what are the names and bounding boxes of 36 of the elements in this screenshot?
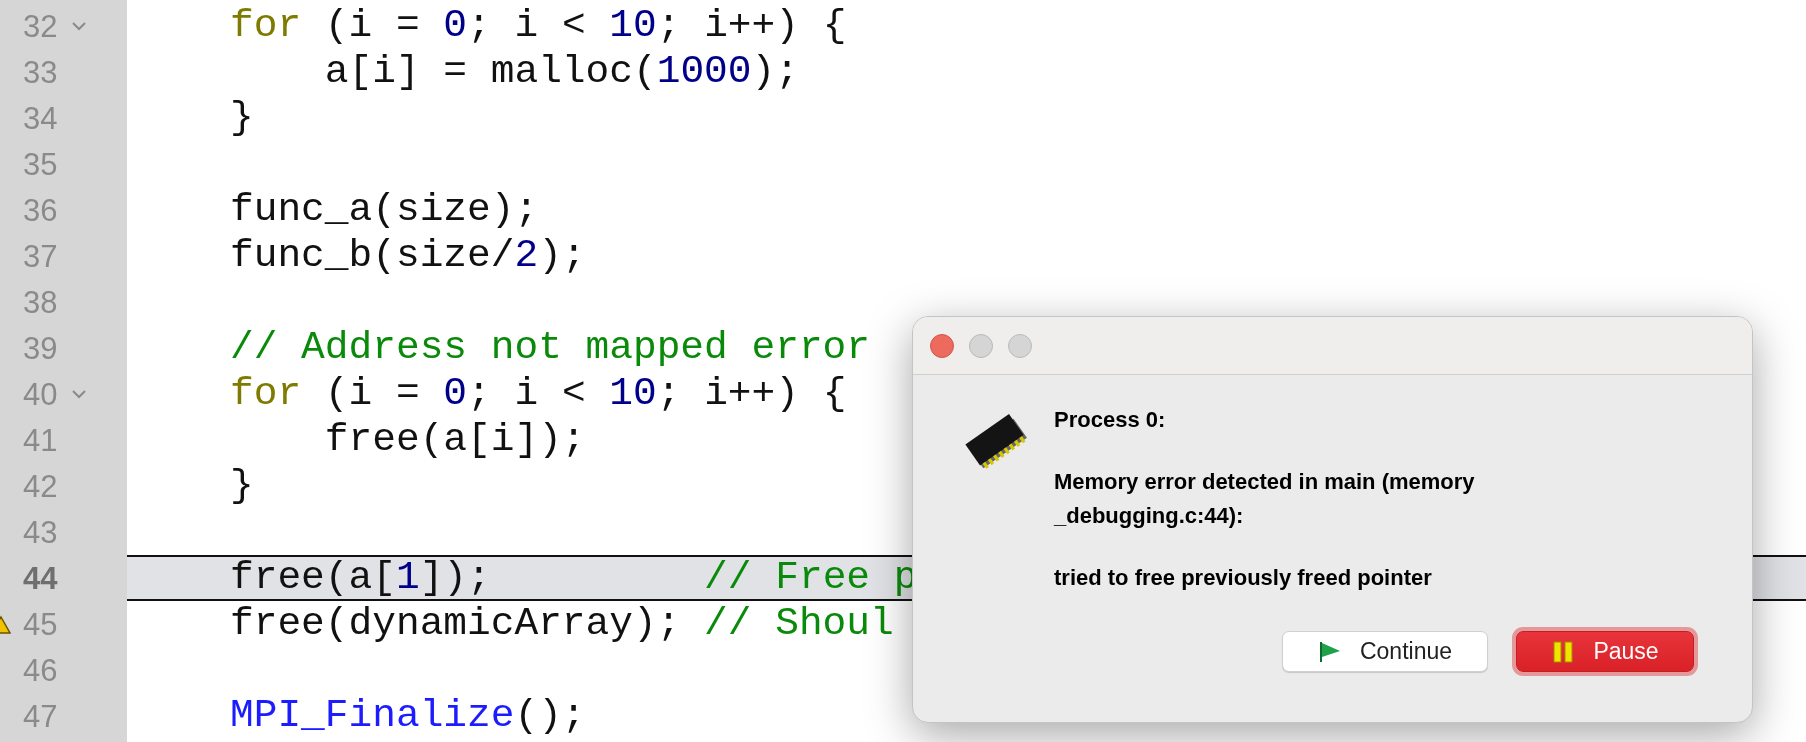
dialog-heading: Process 0: (1054, 406, 1167, 434)
line-number: 34 (23, 102, 58, 134)
close-button[interactable] (930, 333, 954, 358)
code-line: for (i = 0; i < 10; i++) { (230, 374, 847, 414)
code-line: } (230, 466, 254, 506)
code-line: free(a[i]); (323, 420, 586, 460)
error-detail: tried to free previously freed pointer (1054, 563, 1433, 592)
line-number: 36 (23, 194, 58, 226)
line-number: 38 (23, 286, 58, 318)
line-number: 44 (23, 562, 58, 594)
chevron-icon[interactable] (71, 21, 88, 31)
code-line: func_b(size/2); (230, 236, 586, 276)
line-number: 35 (23, 148, 58, 180)
line-number: 32 (23, 10, 58, 42)
line-number: 39 (23, 332, 58, 364)
line-number: 47 (23, 700, 58, 732)
line-number: 40 (23, 378, 58, 410)
flag-icon (1317, 639, 1342, 664)
line-number: 42 (23, 470, 58, 502)
line-number: 45 (23, 608, 58, 640)
code-line: func_a(size); (230, 190, 539, 230)
code-line: free(dynamicArray); // Shoul (230, 604, 894, 644)
pause-icon (1551, 639, 1576, 664)
line-number: 37 (23, 240, 58, 272)
code-line: // Address not mapped error (230, 328, 870, 368)
line-number: 43 (23, 516, 58, 548)
line-number: 46 (23, 654, 58, 686)
code-line: MPI_Finalize(); (230, 696, 586, 736)
code-line: } (230, 98, 254, 138)
line-number: 33 (23, 56, 58, 88)
error-message: Memory error detected in main (memory _debugging.c:44): (1054, 467, 1475, 530)
chevron-icon[interactable] (71, 389, 88, 399)
continue-button[interactable]: Continue (1282, 631, 1488, 672)
line-number: 41 (23, 424, 58, 456)
code-line: for (i = 0; i < 10; i++) { (230, 6, 847, 46)
code-line: a[i] = malloc(1000); (323, 52, 799, 92)
